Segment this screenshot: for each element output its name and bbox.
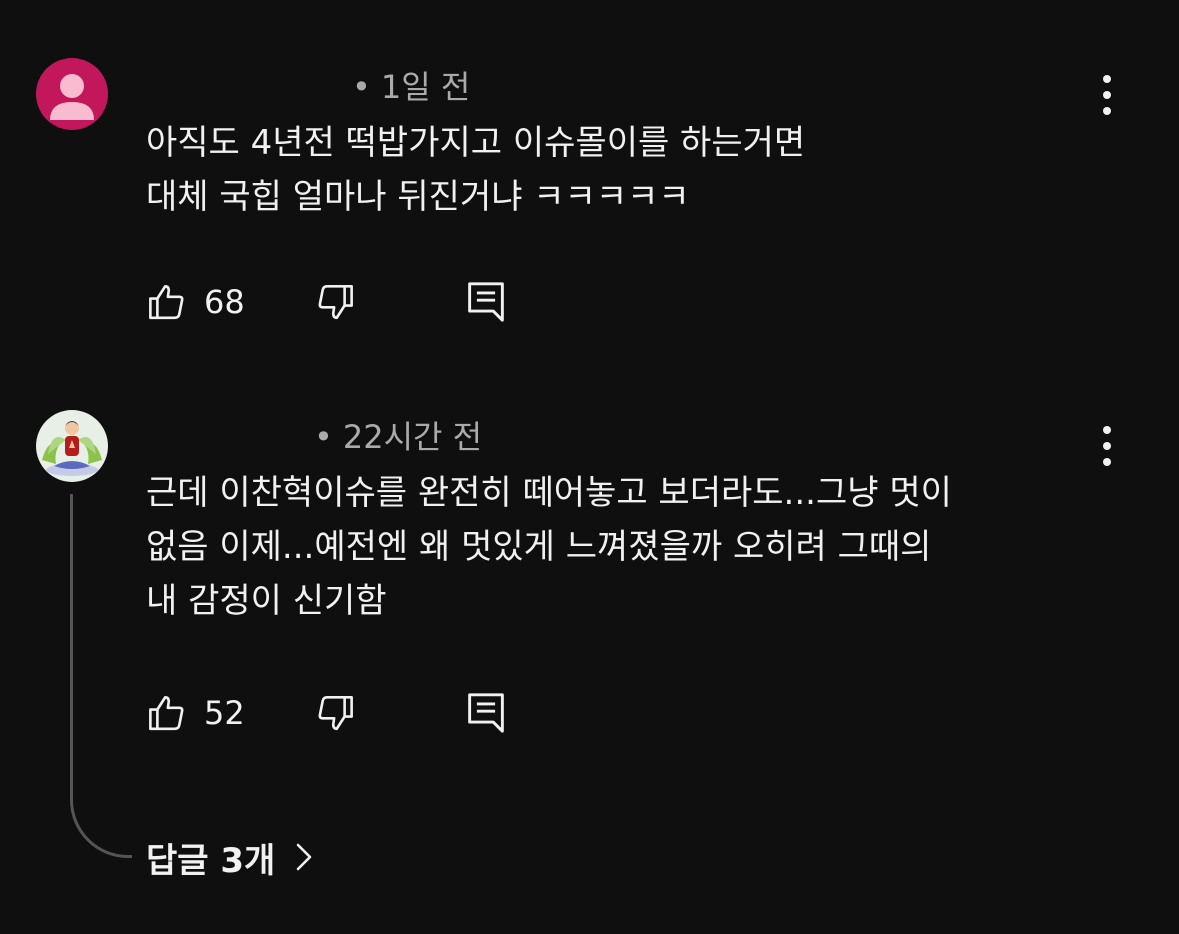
dislike-button[interactable] bbox=[314, 280, 356, 324]
dislike-button[interactable] bbox=[314, 691, 356, 735]
dislike-icon bbox=[318, 695, 353, 731]
reply-thread-line bbox=[70, 494, 132, 858]
like-icon bbox=[149, 695, 184, 731]
chevron-right-icon bbox=[297, 843, 312, 871]
dislike-icon bbox=[318, 284, 353, 320]
view-replies-button[interactable]: 답글 3개 bbox=[146, 832, 313, 882]
comment-line: 대체 국힙 얼마나 뒤진거냐 ㅋㅋㅋㅋㅋ bbox=[146, 177, 690, 217]
comment-time: 1일 전 bbox=[380, 68, 471, 106]
comment-time: 22시간 전 bbox=[342, 418, 483, 456]
more-vert-icon bbox=[1103, 426, 1111, 434]
avatar[interactable] bbox=[36, 58, 108, 130]
like-count: 68 bbox=[204, 283, 245, 321]
person-icon bbox=[50, 74, 94, 120]
avatar[interactable] bbox=[36, 410, 108, 482]
comment-line: 내 감정이 신기함 bbox=[146, 581, 387, 621]
more-vert-icon bbox=[1103, 75, 1111, 83]
comment-line: 근데 이찬혁이슈를 완전히 떼어놓고 보더라도...그냥 멋이 bbox=[146, 473, 952, 513]
like-count: 52 bbox=[204, 694, 245, 732]
replies-label: 답글 3개 bbox=[146, 840, 276, 881]
like-icon bbox=[149, 284, 184, 320]
comment-line: 없음 이제...예전엔 왜 멋있게 느껴졌을까 오히려 그때의 bbox=[146, 527, 932, 567]
like-button[interactable]: 68 bbox=[146, 280, 245, 324]
comment-text: 아직도 4년전 떡밥가지고 이슈몰이를 하는거면 대체 국힙 얼마나 뒤진거냐 … bbox=[146, 116, 1106, 224]
more-options-button[interactable] bbox=[1094, 73, 1120, 117]
comment-meta: • 22시간 전 bbox=[314, 418, 483, 456]
more-options-button[interactable] bbox=[1094, 424, 1120, 468]
reply-icon bbox=[468, 693, 504, 733]
like-button[interactable]: 52 bbox=[146, 691, 245, 735]
comment-line: 아직도 4년전 떡밥가지고 이슈몰이를 하는거면 bbox=[146, 123, 806, 163]
reply-button[interactable] bbox=[466, 691, 506, 735]
reply-icon bbox=[468, 282, 504, 322]
comment-actions: 52 bbox=[146, 691, 546, 735]
reply-button[interactable] bbox=[466, 280, 506, 324]
comment-text: 근데 이찬혁이슈를 완전히 떼어놓고 보더라도...그냥 멋이 없음 이제...… bbox=[146, 466, 1106, 628]
comment-actions: 68 bbox=[146, 280, 546, 324]
comment-meta: • 1일 전 bbox=[352, 68, 471, 106]
meditation-avatar-icon bbox=[42, 421, 102, 476]
